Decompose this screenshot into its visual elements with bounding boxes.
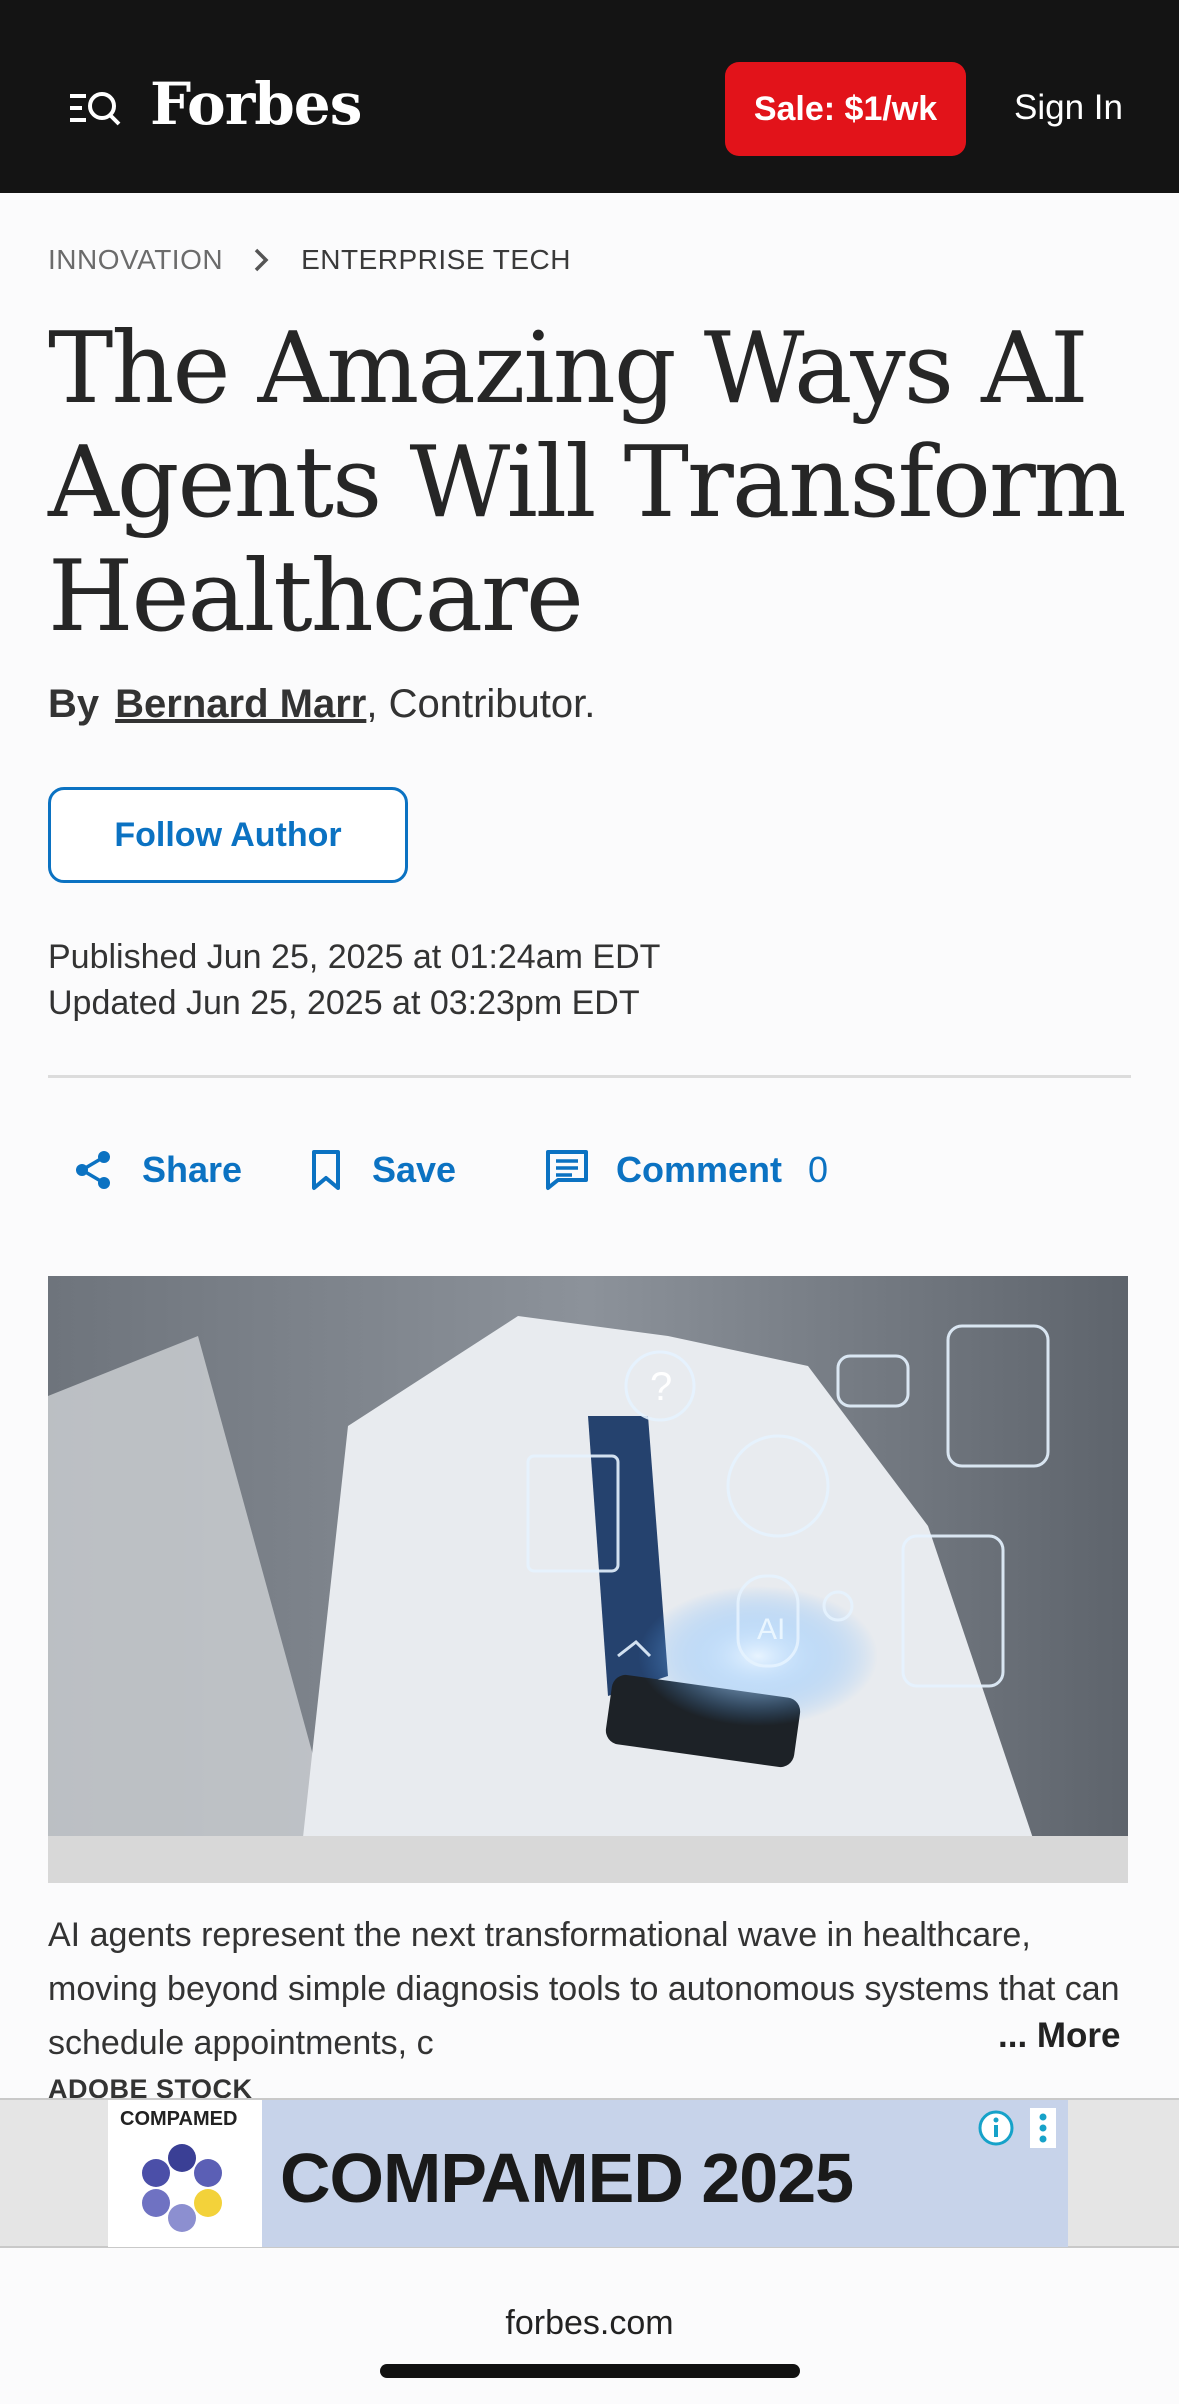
top-nav-bar: Forbes Sale: $1/wk Sign In bbox=[0, 0, 1179, 193]
svg-text:?: ? bbox=[650, 1365, 672, 1409]
doctor-ai-illustration: AI ? bbox=[48, 1276, 1128, 1883]
page: Forbes Sale: $1/wk Sign In INNOVATION EN… bbox=[0, 0, 1179, 2404]
hero-ai-label: AI bbox=[757, 1613, 785, 1646]
published-date: Published Jun 25, 2025 at 01:24am EDT bbox=[48, 938, 661, 976]
forbes-logo[interactable]: Forbes bbox=[150, 70, 362, 138]
home-indicator[interactable] bbox=[380, 2364, 800, 2378]
share-icon bbox=[76, 1151, 110, 1189]
breadcrumb-enterprise-tech[interactable]: ENTERPRISE TECH bbox=[301, 244, 571, 276]
more-options-icon[interactable] bbox=[1030, 2108, 1056, 2148]
author-role: , Contributor. bbox=[366, 682, 596, 726]
comment-icon bbox=[546, 1150, 588, 1190]
ad-logo-text: COMPAMED bbox=[120, 2108, 238, 2130]
menu-search-icon[interactable] bbox=[68, 86, 122, 130]
follow-author-button[interactable]: Follow Author bbox=[48, 787, 408, 883]
share-label: Share bbox=[142, 1149, 243, 1190]
article-title: The Amazing Ways AI Agents Will Transfor… bbox=[48, 312, 1127, 654]
comment-count: 0 bbox=[808, 1149, 829, 1190]
breadcrumb: INNOVATION ENTERPRISE TECH bbox=[48, 244, 571, 276]
updated-date: Updated Jun 25, 2025 at 03:23pm EDT bbox=[48, 984, 640, 1022]
author-link[interactable]: Bernard Marr bbox=[115, 682, 366, 726]
byline-prefix: By bbox=[48, 682, 100, 726]
byline: By Bernard Marr, Contributor. bbox=[48, 682, 595, 727]
share-button[interactable]: Share bbox=[72, 1148, 242, 1192]
info-icon[interactable] bbox=[976, 2108, 1016, 2148]
browser-url-bar[interactable]: forbes.com bbox=[0, 2250, 1179, 2343]
sale-subscribe-button[interactable]: Sale: $1/wk bbox=[725, 62, 966, 156]
sign-in-link[interactable]: Sign In bbox=[1014, 88, 1123, 128]
comment-label: Comment bbox=[616, 1149, 783, 1190]
divider bbox=[48, 1075, 1131, 1078]
browser-url: forbes.com bbox=[505, 2304, 674, 2342]
caption-more-link[interactable]: ... More bbox=[980, 2016, 1121, 2056]
ad-title: COMPAMED 2025 bbox=[280, 2139, 854, 2217]
article-dates: Published Jun 25, 2025 at 01:24am EDT Up… bbox=[48, 934, 660, 1026]
save-label: Save bbox=[372, 1149, 457, 1190]
save-button[interactable]: Save bbox=[306, 1148, 456, 1192]
breadcrumb-innovation[interactable]: INNOVATION bbox=[48, 244, 223, 276]
chevron-right-icon bbox=[254, 248, 269, 272]
hero-image[interactable]: AI ? bbox=[48, 1276, 1128, 1883]
image-caption: AI agents represent the next transformat… bbox=[48, 1916, 1120, 2062]
bookmark-icon bbox=[312, 1150, 340, 1190]
comment-button[interactable]: Comment 0 bbox=[544, 1148, 828, 1192]
